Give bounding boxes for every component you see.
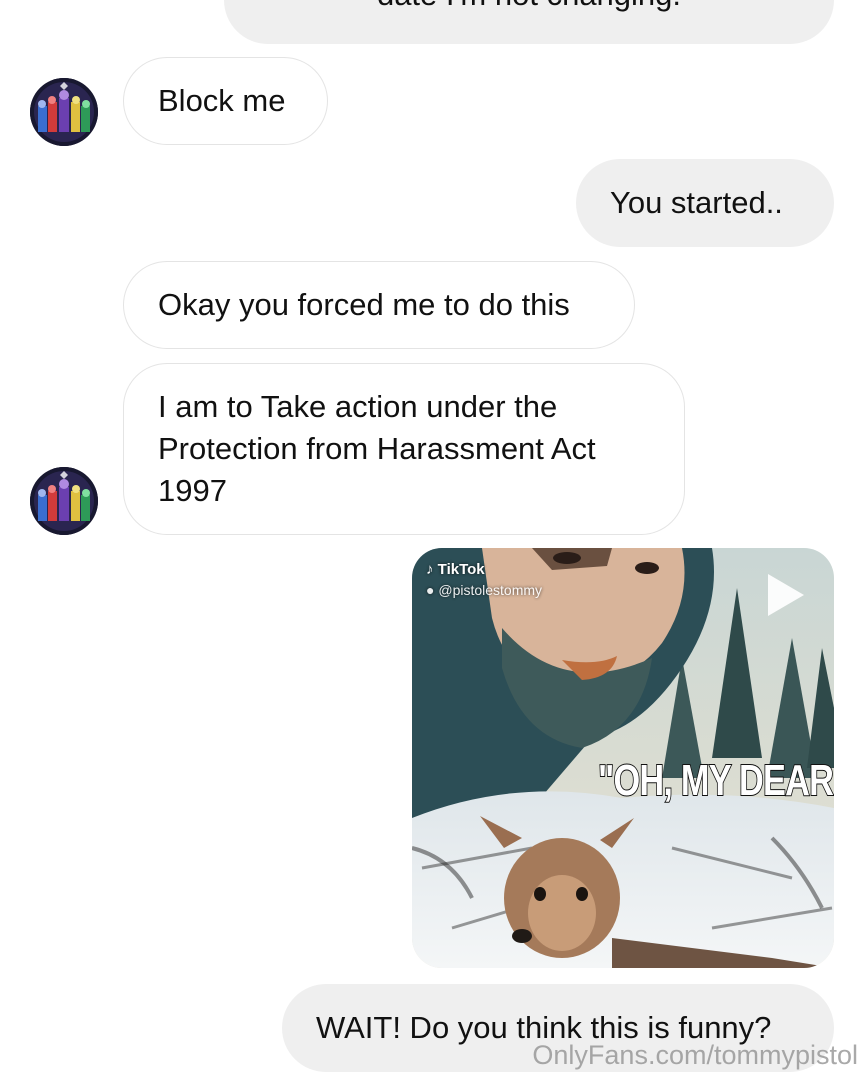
meme-caption: "OH, MY DEAR.: [597, 755, 834, 806]
message-text: You started..: [610, 185, 783, 220]
contact-avatar[interactable]: [30, 78, 98, 146]
message-text: Okay you forced me to do this: [158, 287, 570, 322]
message-bubble-received[interactable]: Okay you forced me to do this: [123, 261, 635, 349]
message-bubble-sent[interactable]: date I'm not changing.: [224, 0, 834, 44]
play-icon[interactable]: [764, 570, 808, 620]
contact-avatar[interactable]: [30, 467, 98, 535]
onlyfans-watermark: OnlyFans.com/tommypistol: [532, 1040, 858, 1070]
tiktok-platform-label: TikTok: [437, 561, 485, 578]
tiktok-watermark: ♪ TikTok ● @pistolestommy: [426, 560, 542, 600]
avatar-image: [30, 78, 98, 146]
shared-video-thumbnail[interactable]: ♪ TikTok ● @pistolestommy "OH, MY DEAR.: [412, 548, 834, 968]
message-text: I am to Take action under the Protection…: [158, 389, 596, 508]
message-text: date I'm not changing.: [377, 0, 681, 16]
avatar-image: [30, 467, 98, 535]
message-bubble-received[interactable]: Block me: [123, 57, 328, 145]
message-bubble-received[interactable]: I am to Take action under the Protection…: [123, 363, 685, 535]
tiktok-handle: @pistolestommy: [438, 582, 543, 598]
message-text: Block me: [158, 83, 286, 118]
message-bubble-sent[interactable]: You started..: [576, 159, 834, 247]
user-icon: ●: [426, 582, 435, 598]
tiktok-logo-icon: ♪: [426, 561, 434, 578]
